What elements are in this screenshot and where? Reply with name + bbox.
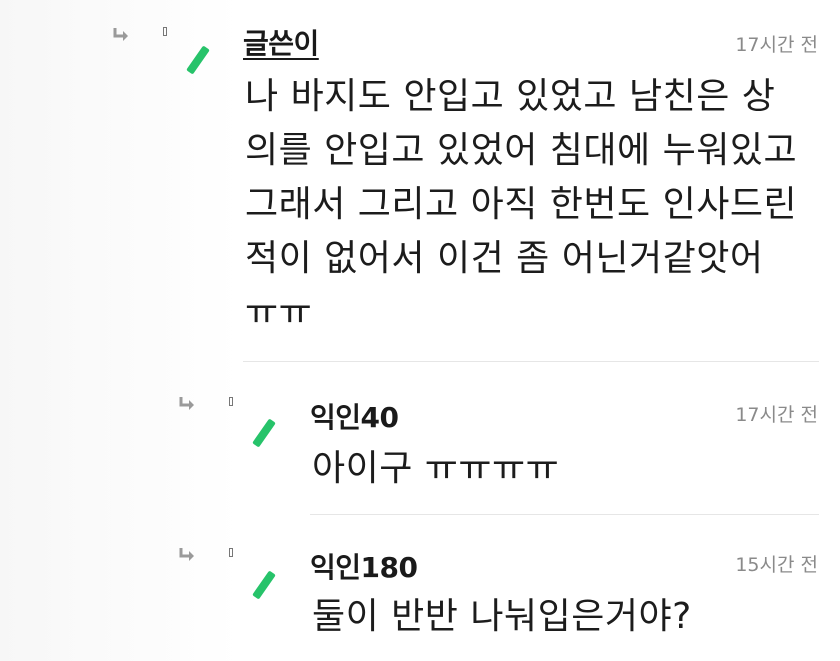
reply-arrow-icon[interactable] bbox=[178, 396, 196, 412]
reply-arrow-icon[interactable] bbox=[112, 27, 130, 43]
green-slash-icon bbox=[252, 570, 276, 600]
comment-text: 둘이 반반 나눠입은거야? bbox=[312, 596, 692, 637]
green-slash-icon bbox=[252, 418, 276, 448]
comment-divider bbox=[310, 514, 819, 515]
comment-time: 15시간 전 bbox=[735, 554, 818, 576]
comment-author[interactable]: 글쓴이 bbox=[243, 22, 319, 62]
comment-time: 17시간 전 bbox=[735, 404, 818, 426]
comment-text: 나 바지도 안입고 있었고 남친은 상 의를 안입고 있었어 침대에 누워있고 … bbox=[245, 76, 798, 333]
comment-reply: 익인40 17시간 전 아이구 ㅠㅠㅠㅠ bbox=[0, 370, 840, 510]
small-box-icon bbox=[229, 397, 233, 406]
comment-op: 글쓴이 17시간 전 나 바지도 안입고 있었고 남친은 상 의를 안입고 있었… bbox=[0, 0, 840, 360]
comment-reply: 익인180 15시간 전 둘이 반반 나눠입은거야? bbox=[0, 520, 840, 661]
small-box-icon bbox=[229, 548, 233, 557]
comment-text: 아이구 ㅠㅠㅠㅠ bbox=[312, 448, 560, 489]
comment-time: 17시간 전 bbox=[735, 34, 818, 56]
comment-author[interactable]: 익인180 bbox=[310, 546, 418, 586]
comment-divider bbox=[243, 361, 819, 362]
comment-author[interactable]: 익인40 bbox=[310, 396, 399, 436]
reply-arrow-icon[interactable] bbox=[178, 547, 196, 563]
small-box-icon bbox=[163, 27, 167, 36]
green-slash-icon bbox=[186, 45, 210, 75]
